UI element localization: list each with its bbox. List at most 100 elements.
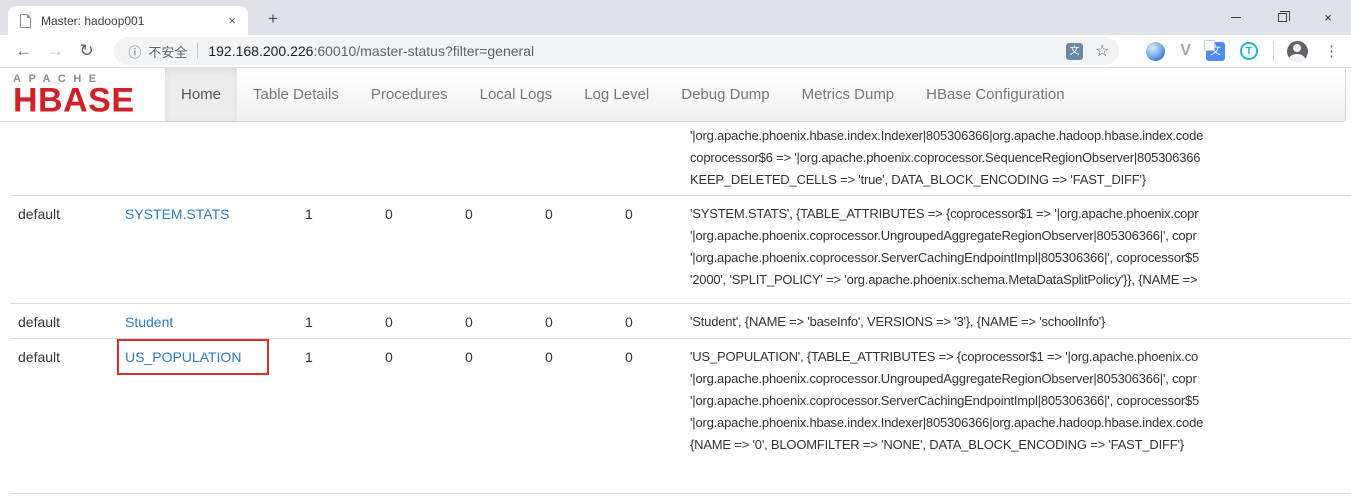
new-tab-button[interactable]: + — [260, 7, 286, 33]
nav-item-metrics-dump[interactable]: Metrics Dump — [786, 68, 911, 121]
restore-icon — [1278, 13, 1287, 22]
browser-tab[interactable]: Master: hadoop001 × — [8, 6, 248, 35]
cell-namespace: default — [10, 311, 117, 333]
cell-failed-regions: 0 — [457, 311, 537, 333]
profile-avatar[interactable] — [1287, 41, 1308, 62]
url-path: :60010/master-status?filter=general — [313, 43, 534, 59]
extension-blue-sphere-icon[interactable] — [1146, 42, 1165, 61]
cell-online-regions: 1 — [297, 311, 377, 333]
tab-close-icon[interactable]: × — [224, 13, 240, 28]
security-label: 不安全 — [148, 42, 187, 61]
url-host: 192.168.200.226 — [208, 43, 313, 59]
cell-namespace — [10, 125, 117, 191]
description-line: coprocessor$6 => '|org.apache.phoenix.co… — [690, 147, 1351, 169]
cell-offline-regions: 0 — [377, 346, 457, 456]
logo-hbase-text: HBASE — [13, 85, 165, 117]
nav-item-table-details[interactable]: Table Details — [237, 68, 355, 121]
cell-other-regions: 0 — [617, 203, 690, 291]
back-button[interactable]: ← — [8, 41, 39, 61]
address-bar[interactable]: ⓘ 不安全 192.168.200.226:60010/master-statu… — [114, 37, 1119, 65]
description-line: '|org.apache.phoenix.hbase.index.Indexer… — [690, 125, 1351, 147]
info-icon[interactable]: ⓘ — [128, 42, 141, 61]
table-link-student[interactable]: Student — [125, 314, 173, 330]
cell-failed-regions: 0 — [457, 346, 537, 456]
table-row: default SYSTEM.STATS 1 0 0 0 0 'SYSTEM.S… — [10, 195, 1351, 303]
extension-vue-icon[interactable]: V — [1180, 42, 1191, 60]
description-line: 'US_POPULATION', {TABLE_ATTRIBUTES => {c… — [690, 346, 1351, 368]
cell-failed-regions — [457, 125, 537, 191]
tab-strip: Master: hadoop001 × + × — [0, 0, 1351, 35]
cell-description: 'US_POPULATION', {TABLE_ATTRIBUTES => {c… — [690, 346, 1351, 456]
cell-split-regions: 0 — [537, 311, 617, 333]
description-line: '|org.apache.phoenix.coprocessor.ServerC… — [690, 247, 1351, 269]
table-row: default US_POPULATION 1 0 0 0 0 'US_POPU… — [10, 338, 1351, 470]
cell-table-name: SYSTEM.STATS — [117, 203, 297, 291]
hbase-navbar: APACHE HBASE HomeTable DetailsProcedures… — [0, 68, 1346, 122]
toolbar-divider — [1273, 41, 1274, 61]
description-line: '|org.apache.phoenix.coprocessor.ServerC… — [690, 390, 1351, 412]
nav-item-debug-dump[interactable]: Debug Dump — [665, 68, 785, 121]
cell-split-regions: 0 — [537, 346, 617, 456]
cell-failed-regions: 0 — [457, 203, 537, 291]
restore-button[interactable] — [1259, 0, 1305, 35]
browser-menu-icon[interactable]: ⋮ — [1320, 42, 1343, 60]
cell-offline-regions: 0 — [377, 203, 457, 291]
cell-namespace: default — [10, 203, 117, 291]
cell-description: '|org.apache.phoenix.hbase.index.Indexer… — [690, 125, 1351, 191]
cell-other-regions — [617, 125, 690, 191]
minimize-button[interactable] — [1213, 0, 1259, 35]
description-line: 'SYSTEM.STATS', {TABLE_ATTRIBUTES => {co… — [690, 203, 1351, 225]
table-link-system.stats[interactable]: SYSTEM.STATS — [125, 206, 230, 222]
description-line: KEEP_DELETED_CELLS => 'true', DATA_BLOCK… — [690, 169, 1351, 191]
cell-namespace: default — [10, 346, 117, 456]
extension-translate-icon[interactable]: 文 — [1206, 42, 1225, 61]
cell-description: 'SYSTEM.STATS', {TABLE_ATTRIBUTES => {co… — [690, 203, 1351, 291]
cell-other-regions: 0 — [617, 311, 690, 333]
nav-item-home[interactable]: Home — [165, 68, 237, 121]
bookmark-star-icon[interactable]: ☆ — [1095, 41, 1109, 61]
cell-split-regions: 0 — [537, 203, 617, 291]
omnibox-divider — [197, 43, 198, 59]
cell-online-regions: 1 — [297, 203, 377, 291]
main-nav: HomeTable DetailsProceduresLocal LogsLog… — [165, 68, 1081, 121]
highlight-red-box: US_POPULATION — [117, 339, 269, 375]
cell-online-regions — [297, 125, 377, 191]
extensions-area: V 文 T ⋮ — [1131, 41, 1343, 62]
close-button[interactable]: × — [1305, 0, 1351, 35]
url-text: 192.168.200.226:60010/master-status?filt… — [208, 43, 534, 59]
cell-table-name — [117, 125, 297, 191]
description-line: '|org.apache.phoenix.hbase.index.Indexer… — [690, 412, 1351, 434]
forward-button[interactable]: → — [39, 41, 70, 61]
nav-item-log-level[interactable]: Log Level — [568, 68, 665, 121]
minimize-icon — [1231, 17, 1241, 18]
translate-page-icon[interactable]: 文 — [1066, 43, 1083, 60]
cell-description: 'Student', {NAME => 'baseInfo', VERSIONS… — [690, 311, 1351, 333]
table-link-us_population[interactable]: US_POPULATION — [125, 349, 241, 365]
cell-offline-regions: 0 — [377, 311, 457, 333]
cell-other-regions: 0 — [617, 346, 690, 456]
browser-toolbar: ← → ↻ ⓘ 不安全 192.168.200.226:60010/master… — [0, 35, 1351, 68]
description-line: '|org.apache.phoenix.coprocessor.Ungroup… — [690, 225, 1351, 247]
window-controls: × — [1213, 0, 1351, 35]
table-row: default Student 1 0 0 0 0 'Student', {NA… — [10, 303, 1351, 338]
cell-table-name: Student — [117, 311, 297, 333]
description-line: '2000', 'SPLIT_POLICY' => 'org.apache.ph… — [690, 269, 1351, 291]
nav-item-hbase-configuration[interactable]: HBase Configuration — [910, 68, 1080, 121]
cell-offline-regions — [377, 125, 457, 191]
description-line: {NAME => '0', BLOOMFILTER => 'NONE', DAT… — [690, 434, 1351, 456]
table-bottom-border — [10, 493, 1351, 494]
user-tables-table: '|org.apache.phoenix.hbase.index.Indexer… — [10, 122, 1351, 470]
cell-table-name: US_POPULATION — [117, 346, 297, 456]
tab-title: Master: hadoop001 — [41, 14, 224, 28]
extension-teal-icon[interactable]: T — [1240, 42, 1258, 60]
browser-window: Master: hadoop001 × + × ← → ↻ ⓘ 不安全 192.… — [0, 0, 1351, 502]
nav-item-procedures[interactable]: Procedures — [355, 68, 464, 121]
reload-button[interactable]: ↻ — [71, 41, 102, 61]
cell-online-regions: 1 — [297, 346, 377, 456]
table-row: '|org.apache.phoenix.hbase.index.Indexer… — [10, 122, 1351, 195]
page-favicon-icon — [20, 14, 31, 28]
description-line: 'Student', {NAME => 'baseInfo', VERSIONS… — [690, 311, 1351, 333]
hbase-logo[interactable]: APACHE HBASE — [0, 68, 165, 121]
cell-split-regions — [537, 125, 617, 191]
nav-item-local-logs[interactable]: Local Logs — [464, 68, 569, 121]
